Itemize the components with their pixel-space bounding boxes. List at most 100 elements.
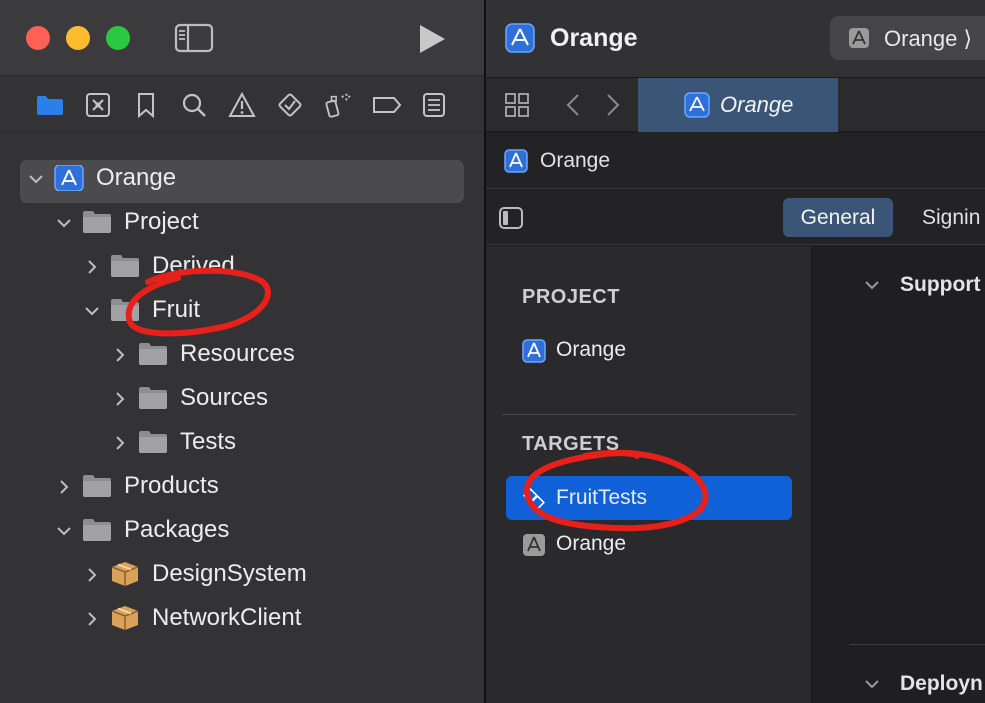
chevron-right-icon[interactable]	[604, 92, 622, 118]
tree-row-label: DesignSystem	[152, 560, 307, 587]
project-section-header: PROJECT	[522, 286, 620, 308]
tree-row[interactable]: Sources	[0, 376, 484, 420]
target-item-orange[interactable]: Orange	[506, 522, 792, 566]
navigator-tab-bar	[0, 77, 484, 133]
folder-icon	[83, 475, 111, 497]
tree-row-label: Tests	[180, 428, 237, 455]
general-settings-editor: Support Deployn	[813, 246, 985, 703]
window-title: Orange	[550, 24, 638, 52]
jump-bar[interactable]: Orange	[486, 133, 985, 189]
folder-icon	[139, 387, 167, 409]
test-tab[interactable]	[276, 91, 304, 119]
sidebar-toggle-icon[interactable]	[174, 22, 214, 54]
tree-row[interactable]: Project	[0, 200, 484, 244]
bookmark-tab[interactable]	[132, 91, 160, 119]
target-item-label: FruitTests	[556, 486, 648, 509]
chevron-right-icon[interactable]	[84, 611, 100, 627]
chevron-right-icon[interactable]	[112, 347, 128, 363]
tree-row-label: Orange	[96, 164, 177, 191]
folder-icon	[139, 343, 167, 365]
show-targets-toggle-icon[interactable]	[498, 206, 524, 230]
tree-row[interactable]: Resources	[0, 332, 484, 376]
tab-signing[interactable]: Signin	[922, 206, 980, 230]
jump-bar-label[interactable]: Orange	[540, 149, 610, 173]
tree-row[interactable]: Products	[0, 464, 484, 508]
scheme-selector[interactable]: Orange ⟩	[830, 16, 985, 60]
chevron-down-icon[interactable]	[863, 675, 881, 693]
run-icon[interactable]	[414, 22, 448, 56]
source-control-icon	[86, 93, 110, 117]
project-navigator: Orange Project Derived Fruit Resources Source…	[0, 0, 484, 703]
tree-row[interactable]: Tests	[0, 420, 484, 464]
editor-tab-bar: Orange	[486, 78, 985, 132]
tab-general[interactable]: General	[783, 198, 893, 237]
chevron-left-icon[interactable]	[564, 92, 582, 118]
scheme-app-icon	[849, 28, 869, 48]
bookmark-icon	[138, 93, 154, 118]
targets-sidebar: PROJECT Orange TARGETS FruitTests Orange	[486, 246, 812, 703]
minimize-window-button[interactable]	[66, 26, 90, 50]
folder-icon	[83, 519, 111, 541]
chevron-right-icon[interactable]	[84, 567, 100, 583]
report-tab[interactable]	[420, 91, 448, 119]
test-target-icon	[523, 488, 545, 510]
folder-icon	[83, 211, 111, 233]
app-icon	[684, 92, 710, 118]
project-item-orange[interactable]: Orange	[506, 328, 792, 372]
chevron-right-icon[interactable]	[112, 435, 128, 451]
source-control-tab[interactable]	[84, 91, 112, 119]
chevron-down-icon[interactable]	[84, 303, 100, 319]
tree-row[interactable]: Fruit	[0, 288, 484, 332]
project-navigator-tab[interactable]	[36, 91, 64, 119]
tree-row[interactable]: Packages	[0, 508, 484, 552]
scheme-label: Orange ⟩	[884, 26, 973, 51]
chevron-right-icon[interactable]	[56, 479, 72, 495]
target-item-label: Orange	[556, 532, 627, 555]
app-icon	[522, 339, 546, 363]
chevron-down-icon[interactable]	[56, 215, 72, 231]
close-window-button[interactable]	[26, 26, 50, 50]
targets-section-header: TARGETS	[522, 433, 620, 455]
section-title-deployment[interactable]: Deployn	[900, 672, 983, 696]
chevron-right-icon[interactable]	[112, 391, 128, 407]
chevron-down-icon[interactable]	[863, 276, 881, 294]
project-item-label: Orange	[556, 338, 627, 361]
section-title-support[interactable]: Support	[900, 273, 980, 297]
breakpoint-icon	[373, 97, 402, 113]
tree-row-label: Sources	[180, 384, 269, 411]
package-icon	[111, 606, 139, 630]
folder-icon	[111, 255, 139, 277]
chevron-right-icon[interactable]	[84, 259, 100, 275]
target-item-fruittests[interactable]: FruitTests	[506, 476, 792, 520]
chevron-down-icon[interactable]	[56, 523, 72, 539]
issue-tab[interactable]	[228, 91, 256, 119]
tree-row-label: Project	[124, 208, 199, 235]
tree-row[interactable]: Orange	[0, 156, 484, 203]
tree-row-label: Products	[124, 472, 219, 499]
tree-row-label: Derived	[152, 252, 235, 279]
related-items-grid-icon[interactable]	[504, 92, 530, 118]
warning-icon	[228, 92, 256, 117]
tree-row-label: Fruit	[152, 296, 200, 323]
tab-orange[interactable]: Orange	[638, 78, 838, 132]
folder-icon	[37, 96, 63, 115]
list-divider	[502, 414, 796, 415]
app-icon	[504, 149, 528, 173]
chevron-down-icon[interactable]	[28, 171, 44, 187]
report-icon	[423, 93, 445, 117]
selection-highlight	[20, 160, 464, 203]
tree-row[interactable]: Derived	[0, 244, 484, 288]
tree-row[interactable]: DesignSystem	[0, 552, 484, 596]
zoom-window-button[interactable]	[106, 26, 130, 50]
package-icon	[111, 562, 139, 586]
app-icon	[54, 165, 84, 191]
tree-row[interactable]: NetworkClient	[0, 596, 484, 640]
test-diamond-icon	[278, 93, 302, 117]
find-tab[interactable]	[180, 91, 208, 119]
debug-tab[interactable]	[324, 91, 352, 119]
app-target-icon	[523, 534, 545, 556]
spray-icon	[325, 93, 351, 118]
window-title-bar: Orange Orange ⟩	[486, 0, 985, 78]
settings-segment-bar: General Signin	[486, 190, 985, 245]
breakpoint-tab[interactable]	[372, 91, 402, 119]
